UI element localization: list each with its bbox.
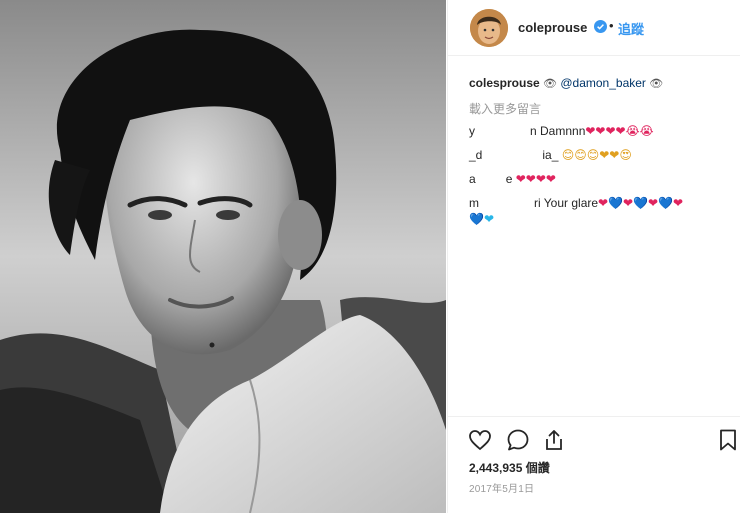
- separator-dot: •: [609, 18, 614, 33]
- comment-emoji: ❤❤❤❤: [515, 172, 556, 186]
- post-panel: coleprouse • 追蹤 colesprouse 👁 @damon_bak…: [447, 0, 740, 513]
- share-icon[interactable]: [542, 428, 566, 452]
- comment-text: n Damnnn: [530, 124, 586, 138]
- bookmark-icon[interactable]: [716, 428, 740, 452]
- comment-icon[interactable]: [506, 428, 530, 452]
- follow-button[interactable]: 追蹤: [618, 19, 644, 38]
- comment-continuation: 💙❤: [469, 212, 494, 226]
- comment-username[interactable]: y: [469, 124, 475, 138]
- comment-username[interactable]: m: [469, 196, 479, 210]
- comment-row: _d ia_ 😊😊😊❤❤😍: [469, 148, 632, 162]
- eye-emoji: 👁: [543, 78, 558, 90]
- post-photo[interactable]: [0, 0, 446, 513]
- comment-text: ia_: [542, 148, 559, 162]
- header-username[interactable]: coleprouse: [518, 20, 587, 35]
- comment-text: ri Your glare: [534, 196, 599, 210]
- post-date[interactable]: 2017年5月1日: [469, 480, 534, 495]
- load-more-comments-button[interactable]: 載入更多留言: [469, 100, 541, 117]
- avatar[interactable]: [470, 9, 508, 47]
- comment-emoji: 😊😊😊❤❤😍: [561, 148, 632, 162]
- comment-text: e: [505, 172, 513, 186]
- post-header: coleprouse • 追蹤: [448, 0, 740, 56]
- heart-icon[interactable]: [468, 428, 492, 452]
- comment-emoji: 💙❤: [469, 212, 494, 226]
- verified-badge-icon: [594, 20, 607, 33]
- comment-username[interactable]: _d: [469, 148, 482, 162]
- eye-emoji: 👁: [649, 78, 664, 90]
- post-actions: 2,443,935 個讚 2017年5月1日: [448, 416, 740, 513]
- comment-username[interactable]: a: [469, 172, 476, 186]
- comment-row: y n Damnnn❤❤❤❤😭😭: [469, 124, 654, 138]
- likes-count[interactable]: 2,443,935 個讚: [469, 459, 550, 476]
- comment-row: a e ❤❤❤❤: [469, 172, 556, 186]
- caption-mention[interactable]: @damon_baker: [560, 76, 646, 90]
- caption-username[interactable]: colesprouse: [469, 76, 540, 90]
- comment-emoji: ❤💙❤💙❤💙❤: [598, 196, 684, 210]
- comment-row: m ri Your glare❤💙❤💙❤💙❤: [469, 196, 683, 210]
- comment-emoji: ❤❤❤❤😭😭: [585, 124, 654, 138]
- caption: colesprouse 👁 @damon_baker 👁: [469, 76, 663, 90]
